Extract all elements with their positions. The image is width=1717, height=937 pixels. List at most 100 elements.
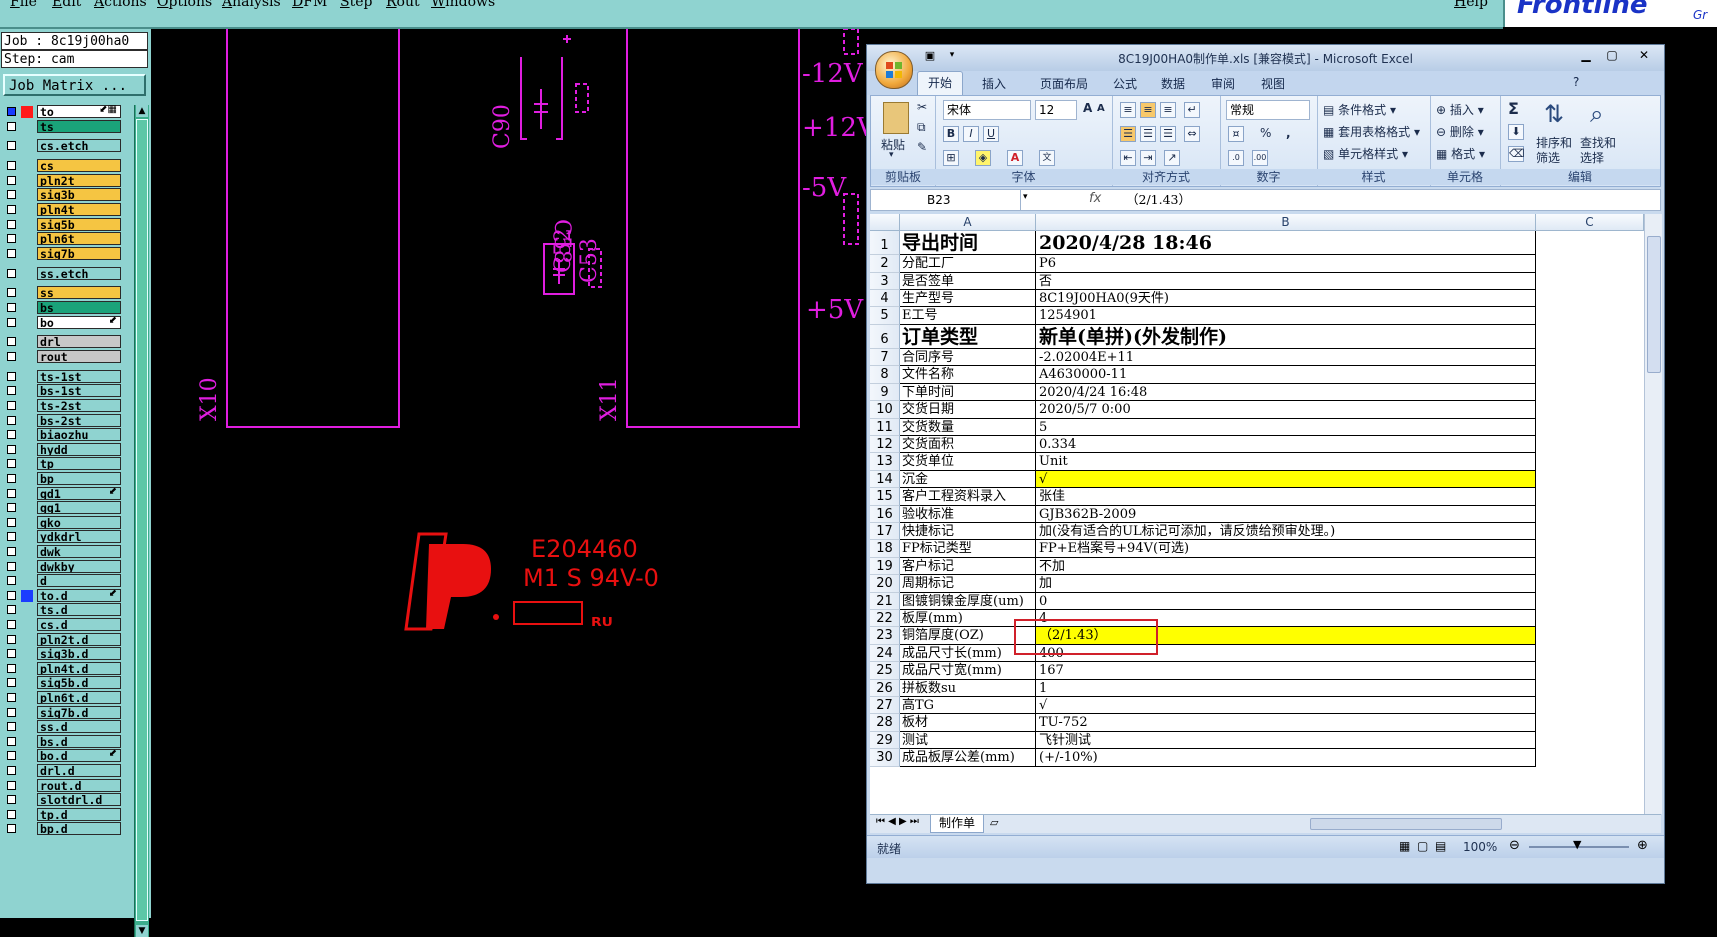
layer-name[interactable]: pln2t.d: [37, 632, 121, 646]
layer-name[interactable]: pln4t: [37, 203, 121, 216]
insert-function-icon[interactable]: fx: [1089, 191, 1101, 206]
menu-actions[interactable]: Actions: [94, 0, 147, 10]
layer-row[interactable]: tp: [2, 457, 123, 471]
layer-row[interactable]: pln4t: [2, 203, 123, 217]
layer-checkbox[interactable]: [7, 474, 16, 483]
layer-checkbox[interactable]: [7, 620, 16, 629]
layer-name[interactable]: ts: [37, 119, 121, 133]
view-layout-icon[interactable]: ▢: [1417, 839, 1428, 853]
layer-name[interactable]: gko: [37, 515, 121, 529]
layer-row[interactable]: sig7b: [2, 246, 123, 261]
cell-a[interactable]: 快捷标记: [900, 523, 1036, 541]
close-icon[interactable]: ✕: [1631, 47, 1657, 64]
find-select-button[interactable]: 查找和 选择: [1580, 136, 1616, 166]
layer-row[interactable]: gko: [2, 515, 123, 530]
layer-row[interactable]: cs: [2, 159, 123, 173]
increase-indent-icon[interactable]: ⇥: [1140, 150, 1156, 166]
sheet-tab-active[interactable]: 制作单: [930, 815, 985, 833]
format-painter-icon[interactable]: ✎: [917, 140, 927, 154]
row-header[interactable]: 19: [870, 557, 900, 576]
quick-access-dropdown-icon[interactable]: ▾: [939, 47, 965, 64]
layer-name[interactable]: ts.d: [37, 603, 121, 617]
layer-checkbox[interactable]: [7, 634, 16, 644]
layer-row[interactable]: ss.etch: [2, 266, 123, 281]
minimize-icon[interactable]: ▁: [1573, 47, 1599, 64]
align-top-icon[interactable]: ≡: [1120, 102, 1136, 118]
layer-row[interactable]: to.d ⬋: [2, 588, 123, 603]
row-header[interactable]: 20: [870, 575, 900, 593]
cell-b[interactable]: P6: [1036, 255, 1536, 273]
layer-checkbox[interactable]: [7, 780, 16, 790]
layer-name[interactable]: sig3b: [37, 188, 121, 202]
font-size-box[interactable]: 12: [1035, 100, 1077, 120]
name-box-dropdown-icon[interactable]: ▾: [1023, 192, 1028, 202]
cell-style-button[interactable]: ▧ 单元格样式 ▾: [1323, 145, 1408, 162]
layer-name[interactable]: rout: [37, 350, 121, 363]
office-button[interactable]: [875, 51, 913, 89]
layer-name[interactable]: drl.d: [37, 764, 121, 777]
layer-name[interactable]: dwk: [37, 545, 121, 558]
cell-b[interactable]: GJB362B-2009: [1036, 505, 1536, 523]
layer-row[interactable]: bs: [2, 301, 123, 315]
table-format-button[interactable]: ▦ 套用表格格式 ▾: [1323, 123, 1420, 140]
cell-a[interactable]: 导出时间: [900, 231, 1036, 256]
layer-name[interactable]: cs.etch: [37, 139, 121, 153]
layer-checkbox[interactable]: [7, 693, 16, 702]
cell-a[interactable]: E工号: [900, 307, 1036, 325]
row-header[interactable]: 23: [870, 627, 900, 645]
row-header[interactable]: 22: [870, 610, 900, 628]
layer-row[interactable]: ydkdrl: [2, 530, 123, 544]
find-select-icon[interactable]: ⌕: [1590, 100, 1603, 128]
layer-checkbox[interactable]: [7, 663, 16, 673]
orientation-icon[interactable]: ↗: [1164, 150, 1180, 166]
cad-canvas[interactable]: X10 X11 C90 C58 C52 C53 -12V +12V -5V +5…: [151, 29, 876, 918]
row-header[interactable]: 12: [870, 436, 900, 454]
align-right-icon[interactable]: ☰: [1160, 126, 1176, 142]
layer-row[interactable]: sig5b: [2, 217, 123, 232]
column-header-c[interactable]: C: [1536, 214, 1644, 230]
paste-icon[interactable]: [883, 102, 909, 134]
cell-b[interactable]: FP+E档案号+94V(可选): [1036, 540, 1536, 558]
shrink-font-icon[interactable]: A: [1097, 103, 1105, 114]
cell-b[interactable]: 2020/4/28 18:46: [1036, 231, 1536, 256]
row-header[interactable]: 29: [870, 731, 900, 750]
row-header[interactable]: 26: [870, 679, 900, 697]
layer-row[interactable]: ts-2st: [2, 399, 123, 413]
fill-color-icon[interactable]: ◈: [975, 150, 991, 166]
layer-checkbox[interactable]: [7, 371, 16, 381]
column-header-b[interactable]: B: [1036, 214, 1536, 230]
cell-a[interactable]: 图镀铜镍金厚度(um): [900, 592, 1036, 610]
layer-checkbox[interactable]: [7, 386, 16, 396]
formula-input[interactable]: （2/1.43）: [1126, 190, 1191, 210]
layer-list-scrollbar[interactable]: ▲ ▼: [134, 105, 149, 937]
layer-checkbox[interactable]: [7, 337, 16, 347]
wrap-text-icon[interactable]: ↵: [1184, 102, 1200, 118]
layer-row[interactable]: bs-1st: [2, 384, 123, 398]
scroll-up-icon[interactable]: ▲: [136, 105, 148, 117]
layer-row[interactable]: dwkby: [2, 559, 123, 574]
layer-checkbox[interactable]: [7, 288, 16, 298]
layer-row[interactable]: pln6t.d: [2, 691, 123, 705]
cell-b[interactable]: -2.02004E+11: [1036, 349, 1536, 367]
scroll-down-icon[interactable]: ▼: [136, 925, 148, 937]
tab-4[interactable]: 数据: [1161, 75, 1185, 92]
cell-a[interactable]: 生产型号: [900, 290, 1036, 308]
cell-b[interactable]: 否: [1036, 272, 1536, 290]
menu-options[interactable]: Options: [157, 0, 212, 10]
grow-font-icon[interactable]: A: [1083, 101, 1092, 115]
row-header[interactable]: 24: [870, 644, 900, 663]
cell-a[interactable]: 高TG: [900, 697, 1036, 715]
cell-b[interactable]: 0.334: [1036, 436, 1536, 454]
layer-row[interactable]: drl.d: [2, 764, 123, 778]
layer-checkbox[interactable]: [7, 205, 16, 214]
font-color-icon[interactable]: A: [1007, 150, 1023, 166]
cell-a[interactable]: 合同序号: [900, 349, 1036, 367]
layer-checkbox[interactable]: [7, 809, 16, 819]
row-header[interactable]: 1: [870, 231, 900, 256]
layer-row[interactable]: bo ⬋: [2, 315, 123, 330]
layer-row[interactable]: cs.etch: [2, 139, 123, 153]
layer-name[interactable]: cs.d: [37, 618, 121, 631]
layer-checkbox[interactable]: [7, 190, 16, 200]
row-header[interactable]: 6: [870, 324, 900, 349]
layer-name[interactable]: sig5b: [37, 217, 121, 231]
